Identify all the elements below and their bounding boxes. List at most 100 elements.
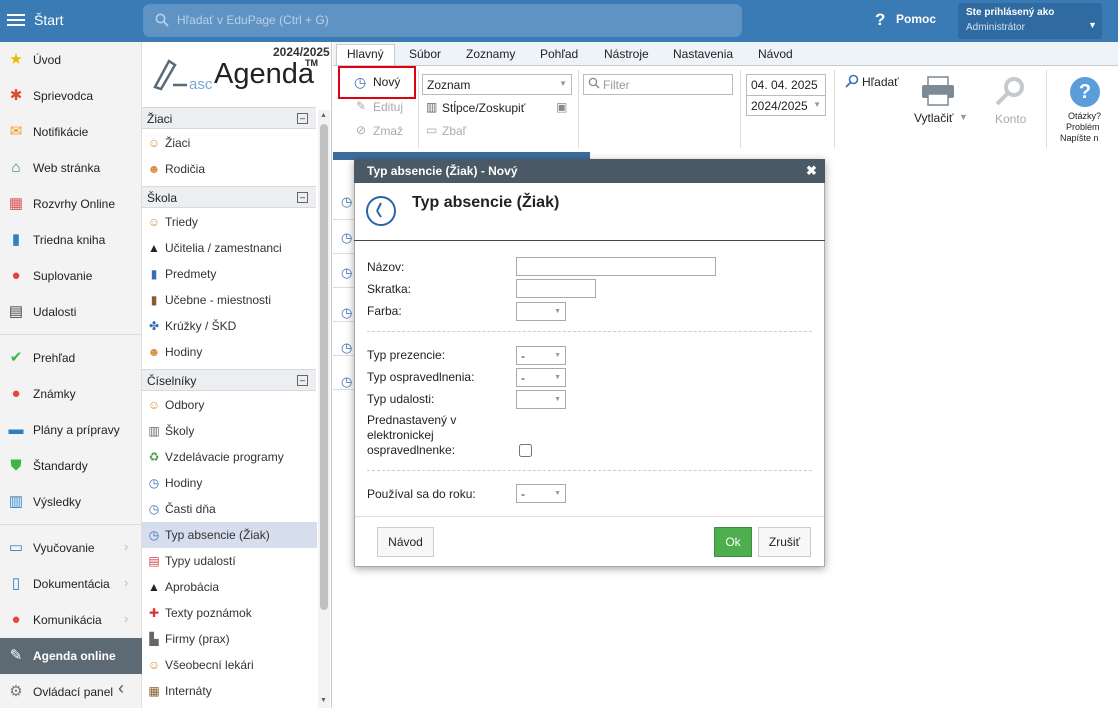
nav-item-web-stranka[interactable]: ⌂ Web stránka <box>0 150 142 186</box>
nav-item-udalosti[interactable]: ▤ Udalosti <box>0 294 142 330</box>
columns-group-button[interactable]: Stĺpce/Zoskupiť <box>442 101 525 115</box>
tree-item-skoly[interactable]: ▥ Školy <box>142 418 317 444</box>
tree-item-firmy[interactable]: ▙ Firmy (prax) <box>142 626 317 652</box>
collapse-icon[interactable]: – <box>297 375 308 386</box>
tab-navod[interactable]: Návod <box>758 47 793 61</box>
presence-type-select[interactable]: - ▼ <box>516 346 566 365</box>
tree-item-typ-absencie[interactable]: ◷ Typ absencie (Žiak) <box>142 522 317 548</box>
nav-item-rozvrhy-online[interactable]: ▦ Rozvrhy Online <box>0 186 142 222</box>
tree-item-odbory[interactable]: ☺ Odbory <box>142 392 317 418</box>
nav-item-standardy[interactable]: ⛊ Štandardy <box>0 448 142 484</box>
help-link[interactable]: Pomoc <box>896 12 936 26</box>
hamburger-menu-icon[interactable] <box>7 11 25 31</box>
group-ziaci[interactable]: Žiaci – <box>142 107 316 129</box>
nav-item-plany[interactable]: ▬ Plány a prípravy <box>0 412 142 448</box>
graduation-cap-icon: ▲ <box>148 241 160 255</box>
program-icon: ♻ <box>148 450 160 464</box>
tree-item-lekari[interactable]: ☺ Všeobecní lekári <box>142 652 317 678</box>
tree-item-ziaci[interactable]: ☺ Žiaci <box>142 130 317 156</box>
nav-item-prehlad[interactable]: ✔ Prehľad <box>0 340 142 376</box>
chevron-right-icon: › <box>124 575 129 590</box>
nav-item-dokumentacia[interactable]: ▯ Dokumentácia › <box>0 566 142 602</box>
logo-agenda: Agenda <box>214 58 314 90</box>
save-icon[interactable]: ▣ <box>556 100 567 114</box>
nav-item-sprievodca[interactable]: ✱ Sprievodca <box>0 78 142 114</box>
printer-icon <box>921 76 955 109</box>
question-icon[interactable]: ? <box>1070 77 1100 107</box>
start-label[interactable]: Štart <box>34 12 64 28</box>
edit-button[interactable]: Edituj <box>373 100 403 114</box>
tree-item-aprobacia[interactable]: ▲ Aprobácia <box>142 574 317 600</box>
tab-subor[interactable]: Súbor <box>409 47 441 61</box>
dialog-title: Typ absencie (Žiak) - Nový <box>367 164 518 178</box>
tab-nastavenia[interactable]: Nastavenia <box>673 47 733 61</box>
collapse-chevron-icon[interactable]: ‹ <box>118 678 124 699</box>
color-select[interactable]: ▼ <box>516 302 566 321</box>
default-excuse-label-2: elektronickej <box>367 428 434 442</box>
view-select[interactable]: Zoznam ▼ <box>422 74 572 95</box>
tree-item-hodiny[interactable]: ☻ Hodiny <box>142 339 317 365</box>
nav-item-komunikacia[interactable]: ● Komunikácia › <box>0 602 142 638</box>
tree-item-casti-dna[interactable]: ◷ Časti dňa <box>142 496 317 522</box>
nav-item-ovladaci-panel[interactable]: ⚙ Ovládací panel ‹ <box>0 674 142 708</box>
scroll-up-icon[interactable]: ▲ <box>320 112 327 119</box>
tab-zoznamy[interactable]: Zoznamy <box>466 47 515 61</box>
guide-button[interactable]: Návod <box>377 527 434 557</box>
excuse-type-label: Typ ospravedlnenia: <box>367 370 475 384</box>
dialog-header-divider <box>354 240 825 241</box>
tree-item-vzdelavacie-programy[interactable]: ♻ Vzdelávacie programy <box>142 444 317 470</box>
nav-item-znamky[interactable]: ● Známky <box>0 376 142 412</box>
user-logged-as: Ste prihlásený ako <box>966 7 1055 18</box>
tab-pohlad[interactable]: Pohľad <box>540 47 578 61</box>
tree-item-ucebne[interactable]: ▮ Učebne - miestnosti <box>142 287 317 313</box>
date-field[interactable]: 04. 04. 2025 <box>746 74 826 95</box>
close-icon[interactable]: ✖ <box>806 163 817 179</box>
delete-button[interactable]: Zmaž <box>373 124 403 138</box>
tree-item-rodicia[interactable]: ☻ Rodičia <box>142 156 317 182</box>
collapse-button[interactable]: Zbaľ <box>442 124 466 138</box>
nav-item-vyucovanie[interactable]: ▭ Vyučovanie › <box>0 530 142 566</box>
nav-item-suplovanie[interactable]: ● Suplovanie <box>0 258 142 294</box>
tree-item-texty-poznamok[interactable]: ✚ Texty poznámok <box>142 600 317 626</box>
collapse-icon[interactable]: – <box>297 113 308 124</box>
nav-item-vysledky[interactable]: ▥ Výsledky <box>0 484 142 520</box>
search-button[interactable]: Hľadať <box>862 75 899 89</box>
subject-book-icon: ▮ <box>150 267 158 281</box>
nav-item-notifikacie[interactable]: ✉ Notifikácie <box>0 114 142 150</box>
name-input[interactable] <box>516 257 716 276</box>
chevron-down-icon[interactable]: ▼ <box>959 112 968 122</box>
scrollbar-thumb[interactable] <box>320 124 328 610</box>
help-icon[interactable]: ? <box>875 10 885 30</box>
account-button[interactable]: Konto <box>995 112 1026 126</box>
event-type-select[interactable]: ▼ <box>516 390 566 409</box>
tree-item-typy-udalosti[interactable]: ▤ Typy udalostí <box>142 548 317 574</box>
abbreviation-input[interactable] <box>516 279 596 298</box>
print-button[interactable]: Vytlačiť <box>914 111 953 125</box>
group-ciselniky[interactable]: Číselníky – <box>142 369 316 391</box>
nav-item-triedna-kniha[interactable]: ▮ Triedna kniha <box>0 222 142 258</box>
clock-icon: ◷ <box>341 265 353 280</box>
tree-item-ucitelia[interactable]: ▲ Učitelia / zamestnanci <box>142 235 317 261</box>
excuse-type-select[interactable]: - ▼ <box>516 368 566 387</box>
tree-item-internaty[interactable]: ▦ Internáty <box>142 678 317 704</box>
user-name: Administrátor <box>966 22 1025 33</box>
year-select[interactable]: 2024/2025 ▼ <box>746 95 826 116</box>
tab-nastroje[interactable]: Nástroje <box>604 47 649 61</box>
tree-item-hodiny-ciselnik[interactable]: ◷ Hodiny <box>142 470 317 496</box>
tree-item-triedy[interactable]: ☺ Triedy <box>142 209 317 235</box>
nav-item-agenda-online[interactable]: ✎ Agenda online <box>0 638 142 674</box>
used-until-select[interactable]: - ▼ <box>516 484 566 503</box>
tree-item-kruzky[interactable]: ✤ Krúžky / ŠKD <box>142 313 317 339</box>
tree-item-predmety[interactable]: ▮ Predmety <box>142 261 317 287</box>
event-type-label: Typ udalosti: <box>367 392 435 406</box>
nav-item-uvod[interactable]: ★ Úvod <box>0 42 142 78</box>
scroll-down-icon[interactable]: ▼ <box>320 697 327 704</box>
filter-input[interactable]: Filter <box>583 74 733 95</box>
group-skola[interactable]: Škola – <box>142 186 316 208</box>
default-excuse-checkbox[interactable] <box>519 444 532 457</box>
ok-button[interactable]: Ok <box>714 527 752 557</box>
tab-hlavny[interactable]: Hlavný <box>347 47 384 61</box>
cancel-button[interactable]: Zrušiť <box>758 527 811 557</box>
chevron-down-icon[interactable]: ▼ <box>1088 20 1097 30</box>
collapse-icon[interactable]: – <box>297 192 308 203</box>
